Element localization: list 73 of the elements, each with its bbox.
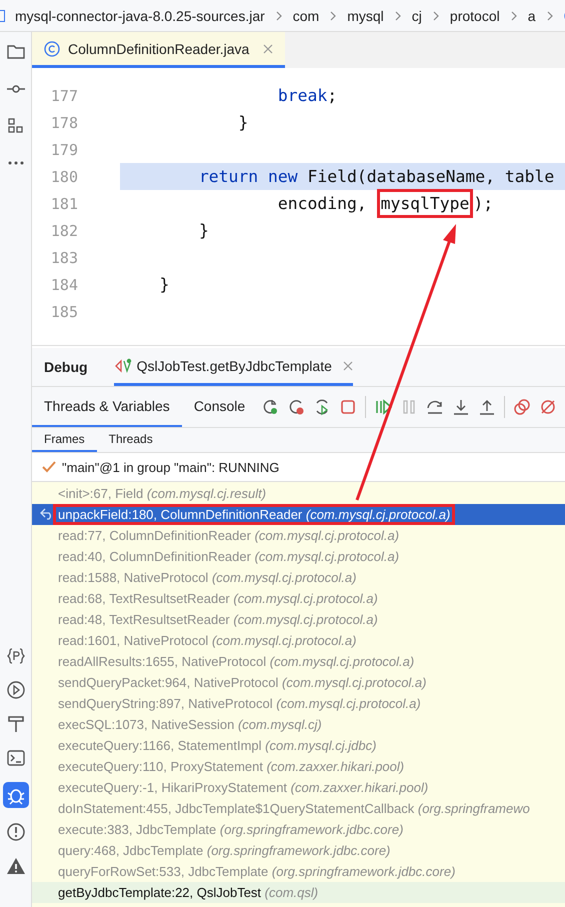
close-icon[interactable] <box>263 44 274 54</box>
line-number: 183 <box>50 248 78 266</box>
editor-tab[interactable]: ColumnDefinitionReader.java <box>32 32 286 68</box>
stack-frame[interactable]: executeQuery:110, ProxyStatement (com.zaxxer.hikari.pool) <box>32 756 565 777</box>
line-number: 180 <box>50 168 78 186</box>
stack-frame[interactable]: sendQueryString:897, NativeProtocol (com.mysql.cj.protocol.a) <box>32 693 565 714</box>
braces-icon[interactable] <box>6 646 26 666</box>
chevron-icon <box>510 10 518 20</box>
mute-breakpoints-icon[interactable] <box>539 398 558 416</box>
restart-icon[interactable] <box>287 398 306 416</box>
stack-frame[interactable]: unpackField:180, ColumnDefinitionReader (com.mysql.cj.protocol.a) <box>32 504 565 525</box>
code-line: } <box>198 220 210 242</box>
chevron-icon <box>432 10 440 20</box>
line-number: 181 <box>50 194 78 212</box>
stack-frame[interactable]: <init>:67, Field (com.mysql.cj.result) <box>32 483 565 504</box>
code-line: } <box>158 274 170 296</box>
line-number: 179 <box>50 140 78 158</box>
resume-icon[interactable] <box>374 398 392 416</box>
problems-icon[interactable] <box>6 822 26 842</box>
line-number: 178 <box>50 114 78 132</box>
stack-frame[interactable]: read:48, TextResultsetReader (com.mysql.cj.protocol.a) <box>32 609 565 630</box>
breadcrumb-item[interactable]: mysql-connector-java-8.0.25-sources.jar <box>15 8 265 24</box>
stack-frame[interactable]: read:1601, NativeProtocol (com.mysql.cj.protocol.a) <box>32 630 565 651</box>
chevron-icon <box>274 10 283 20</box>
stack-frame[interactable]: readAllResults:1655, NativeProtocol (com.mysql.cj.protocol.a) <box>32 651 565 672</box>
stack-frame[interactable]: execSQL:1073, NativeSession (com.mysql.cj) <box>32 714 565 735</box>
terminal-icon[interactable] <box>6 748 26 768</box>
stop-icon[interactable] <box>339 398 358 416</box>
stack-frame[interactable]: executeQuery:1166, StatementImpl (com.mysql.cj.jdbc) <box>32 735 565 756</box>
chevron-icon <box>329 10 338 20</box>
debug-button[interactable] <box>2 782 28 808</box>
stack-frame[interactable]: doInStatement:455, JdbcTemplate$1QueryStatementCallback (org.springframewo <box>32 798 565 819</box>
chevron-icon <box>546 10 554 20</box>
panel-title: Debug <box>44 359 88 375</box>
breakpoints-icon[interactable] <box>513 398 532 416</box>
line-number: 184 <box>50 276 78 294</box>
panel-tab[interactable]: Threads <box>96 428 165 452</box>
warning-icon[interactable] <box>6 856 26 876</box>
breadcrumb-item[interactable]: com <box>292 8 320 24</box>
play-icon[interactable] <box>6 680 26 700</box>
step-over-icon[interactable] <box>426 398 444 416</box>
debug-session-icon <box>114 358 132 374</box>
code-line: } <box>237 112 250 134</box>
step-into-icon[interactable] <box>452 398 470 416</box>
close-icon[interactable] <box>342 360 353 370</box>
stack-frame[interactable]: getByJdbcTemplate:22, QslJobTest (com.qsl) <box>32 882 565 903</box>
chevron-icon <box>394 10 402 20</box>
stack-frame[interactable]: read:40, ColumnDefinitionReader (com.mysql.cj.protocol.a) <box>32 546 565 567</box>
stack-frame[interactable]: queryForRowSet:533, JdbcTemplate (org.springframework.jdbc.core) <box>32 861 565 882</box>
stack-frame[interactable]: read:77, ColumnDefinitionReader (com.mysql.cj.protocol.a) <box>32 525 565 546</box>
breadcrumb-item[interactable]: protocol <box>450 8 500 24</box>
line-number: 177 <box>50 86 78 104</box>
stack-frame[interactable]: executeQuery:-1, HikariProxyStatement (com.zaxxer.hikari.pool) <box>32 777 565 798</box>
panel-tab[interactable]: Frames <box>32 428 97 452</box>
breadcrumb-item[interactable]: mysql <box>347 8 384 24</box>
check-icon <box>42 461 56 473</box>
thread-status: "main"@1 in group "main": RUNNING <box>62 460 280 474</box>
line-number: 185 <box>50 302 78 320</box>
stack-frame[interactable]: query:468, JdbcTemplate (org.springframework.jdbc.core) <box>32 840 565 861</box>
step-out-icon[interactable] <box>478 398 496 416</box>
breadcrumb-item[interactable]: cj <box>412 8 422 24</box>
code-line: encoding, mysqlType ); <box>120 190 565 217</box>
return-icon <box>40 508 54 520</box>
code-line: break; <box>276 85 338 107</box>
stack-frame[interactable]: sendQueryPacket:964, NativeProtocol (com.mysql.cj.protocol.a) <box>32 672 565 693</box>
stack-frame[interactable]: read:1588, NativeProtocol (com.mysql.cj.protocol.a) <box>32 567 565 588</box>
stack-frame[interactable]: read:68, TextResultsetReader (com.mysql.cj.protocol.a) <box>32 588 565 609</box>
stack-frame[interactable]: execute:383, JdbcTemplate (org.springframework.jdbc.core) <box>32 819 565 840</box>
class-icon <box>44 40 60 56</box>
rerun-icon[interactable] <box>261 398 280 416</box>
panel-tab[interactable]: Console <box>182 387 258 427</box>
breadcrumb-item[interactable]: a <box>528 8 536 24</box>
line-number: 182 <box>50 222 78 240</box>
